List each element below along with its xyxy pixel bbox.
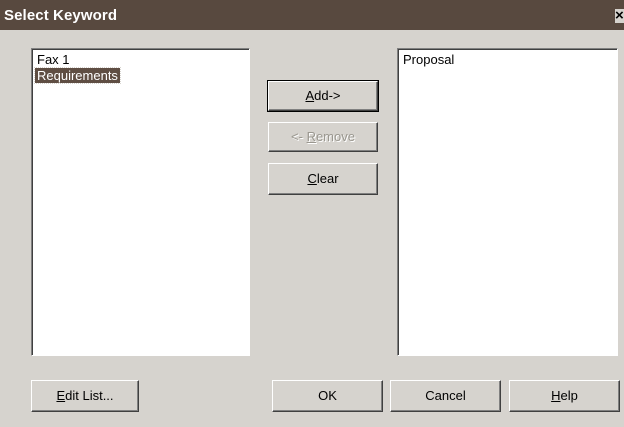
clear-button-post: lear xyxy=(316,171,339,186)
list-item-fax-1[interactable]: Fax 1 xyxy=(35,52,72,67)
available-keywords-list[interactable]: Fax 1 Requirements xyxy=(31,48,250,356)
clear-button[interactable]: Clear xyxy=(268,163,378,195)
add-button[interactable]: Add-> xyxy=(267,80,379,112)
edit-list-button-post: dit List... xyxy=(65,388,114,403)
help-button[interactable]: Help xyxy=(509,380,620,412)
title-bar[interactable]: Select Keyword × xyxy=(0,0,624,30)
selected-keywords-list[interactable]: Proposal xyxy=(397,48,618,356)
edit-list-button-mnemonic: E xyxy=(56,388,66,403)
add-button-post: dd-> xyxy=(314,88,341,103)
ok-button[interactable]: OK xyxy=(272,380,383,412)
remove-button-pre: <- xyxy=(291,129,307,144)
close-icon[interactable]: × xyxy=(615,8,624,23)
help-button-mnemonic: H xyxy=(551,388,561,403)
list-item-requirements[interactable]: Requirements xyxy=(34,67,121,84)
add-button-mnemonic: A xyxy=(305,88,315,103)
remove-button-post: emove xyxy=(315,129,355,144)
remove-button[interactable]: <- Remove xyxy=(268,122,378,152)
dialog-title: Select Keyword xyxy=(4,7,118,24)
list-item-proposal[interactable]: Proposal xyxy=(401,52,456,67)
edit-list-button[interactable]: Edit List... xyxy=(31,380,139,412)
remove-button-mnemonic: R xyxy=(306,129,316,144)
clear-button-mnemonic: C xyxy=(307,171,317,186)
ok-button-label: OK xyxy=(318,388,337,403)
cancel-button[interactable]: Cancel xyxy=(390,380,501,412)
help-button-post: elp xyxy=(560,388,578,403)
select-keyword-dialog: Select Keyword × Fax 1 Requirements Prop… xyxy=(0,0,624,427)
cancel-button-label: Cancel xyxy=(425,388,466,403)
